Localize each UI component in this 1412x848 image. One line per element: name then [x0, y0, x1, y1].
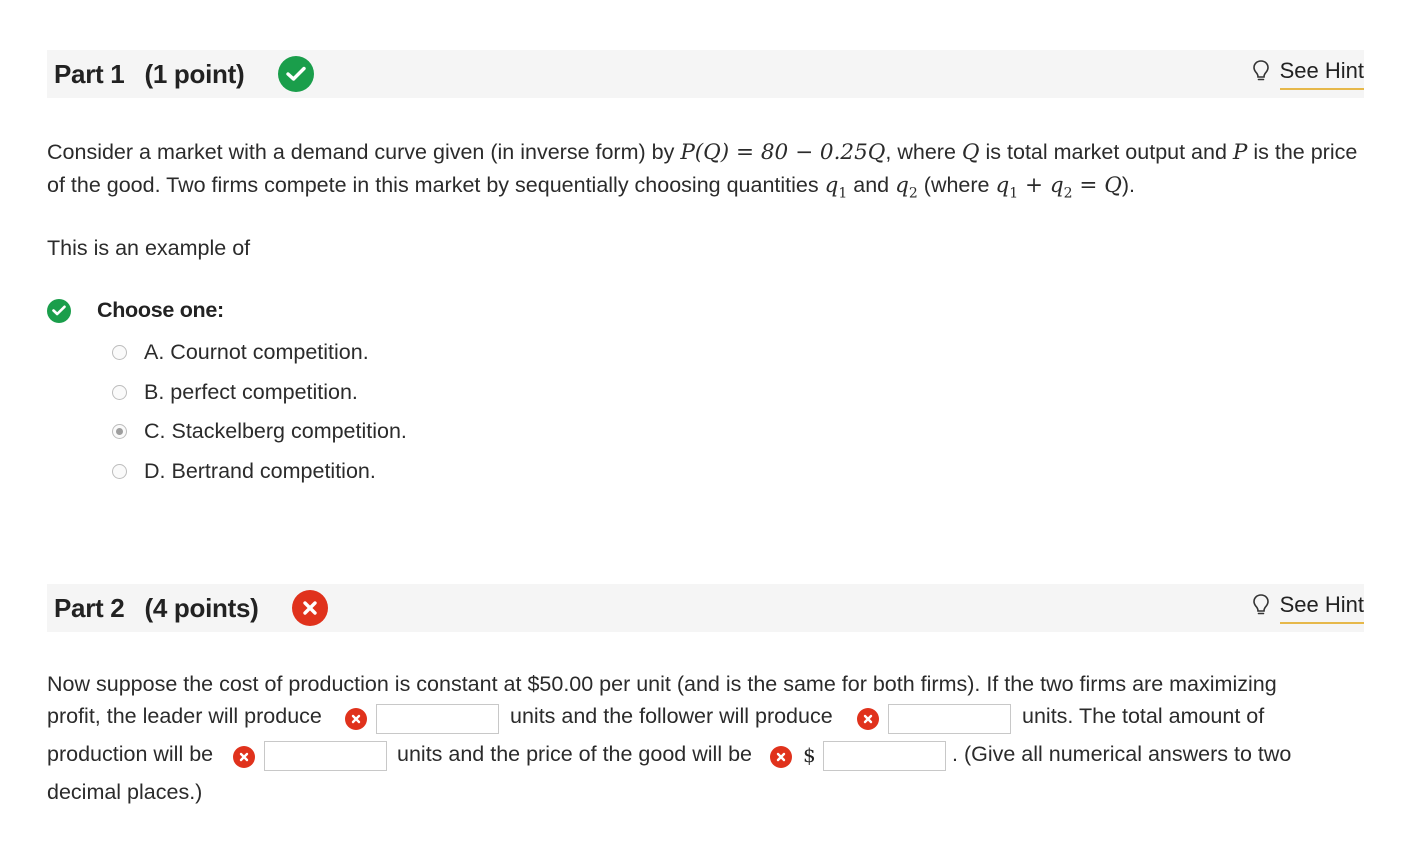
question-text: ). — [1121, 173, 1136, 197]
question-text: (where — [917, 173, 996, 197]
math-sum: q1 + q2 = Q — [995, 173, 1122, 202]
part1-hint-label: See Hint — [1279, 58, 1364, 90]
part2-hint-label: See Hint — [1279, 592, 1364, 624]
part2-title: Part 2 — [54, 592, 125, 623]
part2-instructions-text: . (Give all numerical answers to two — [952, 742, 1292, 766]
part1-question: Consider a market with a demand curve gi… — [47, 136, 1367, 209]
option-c[interactable]: C. Stackelberg competition. — [112, 419, 407, 444]
correct-check-icon — [278, 56, 315, 92]
choose-one-row: Choose one: — [47, 298, 224, 323]
math-Q: Q — [961, 140, 980, 165]
x-circle-icon — [233, 746, 255, 768]
radio-button[interactable] — [112, 385, 127, 400]
question-text: and — [847, 173, 896, 197]
question-text: Consider a market with a demand curve gi… — [47, 140, 681, 164]
part1-prompt: This is an example of — [47, 236, 251, 260]
x-circle-icon — [345, 708, 367, 730]
incorrect-x-icon — [292, 590, 329, 626]
option-a[interactable]: A. Cournot competition. — [112, 340, 369, 365]
part1-header: Part 1 (1 point) See Hint — [47, 50, 1364, 98]
part1-title: Part 1 — [54, 58, 125, 89]
part1-points: (1 point) — [144, 58, 245, 89]
math-P: P — [1232, 140, 1248, 165]
part2-line4: decimal places.) — [47, 780, 203, 804]
part2-price-text: units and the price of the good will be — [397, 742, 752, 766]
part2-line1: Now suppose the cost of production is co… — [47, 672, 1277, 696]
total-production-input[interactable] — [264, 741, 387, 771]
choose-one-label: Choose one: — [97, 298, 224, 322]
part1-see-hint-link[interactable]: See Hint — [1252, 58, 1364, 90]
lightbulb-icon — [1252, 593, 1270, 623]
part2-header: Part 2 (4 points) See Hint — [47, 584, 1364, 632]
correct-check-icon — [47, 298, 71, 323]
demand-equation: P(Q) = 80 − 0.25Q — [680, 140, 886, 165]
dollar-sign: $ — [803, 743, 816, 767]
option-label: A. Cournot competition. — [144, 340, 369, 364]
question-text: is total market output and — [979, 140, 1233, 164]
option-b[interactable]: B. perfect competition. — [112, 380, 358, 405]
part2-see-hint-link[interactable]: See Hint — [1252, 592, 1364, 624]
follower-quantity-input[interactable] — [888, 704, 1011, 734]
option-d[interactable]: D. Bertrand competition. — [112, 459, 376, 484]
part2-points: (4 points) — [144, 592, 259, 623]
radio-button[interactable] — [112, 345, 127, 360]
option-label: D. Bertrand competition. — [144, 459, 376, 483]
radio-button[interactable] — [112, 464, 127, 479]
option-label: C. Stackelberg competition. — [144, 419, 407, 443]
part2-total-text: units. The total amount of — [1022, 704, 1265, 728]
lightbulb-icon — [1252, 59, 1270, 89]
leader-quantity-input[interactable] — [376, 704, 499, 734]
part2-production-text: production will be — [47, 742, 214, 766]
question-text: , where — [885, 140, 962, 164]
part2-leader-text: profit, the leader will produce — [47, 704, 322, 728]
x-circle-icon — [857, 708, 879, 730]
part2-follower-text: units and the follower will produce — [510, 704, 833, 728]
x-circle-icon — [770, 746, 792, 768]
radio-button-selected[interactable] — [112, 424, 127, 439]
math-q2: q2 — [895, 173, 918, 202]
option-label: B. perfect competition. — [144, 380, 358, 404]
math-q1: q1 — [824, 173, 848, 202]
price-input[interactable] — [823, 741, 946, 771]
